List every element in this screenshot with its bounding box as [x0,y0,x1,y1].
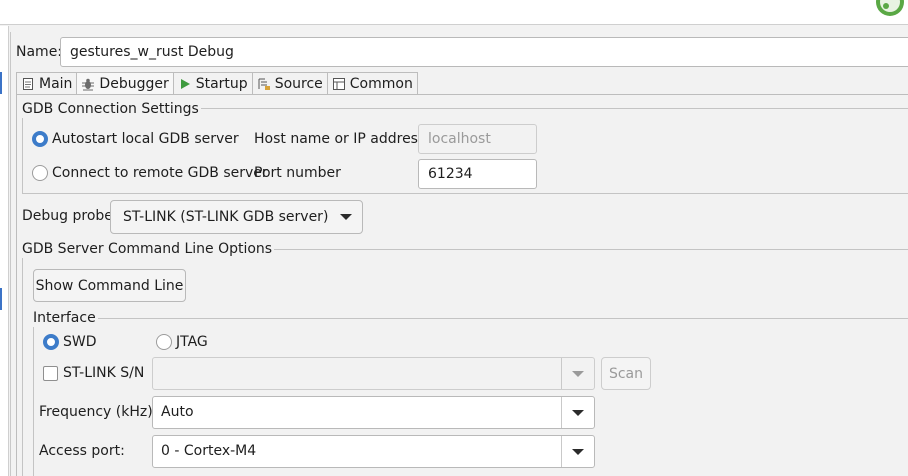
server-options-title: GDB Server Command Line Options [22,240,275,258]
stlink-sn-checkbox[interactable] [43,366,58,381]
list-selection-marker [0,288,2,310]
scan-button[interactable]: Scan [601,357,651,390]
debug-probe-dropdown[interactable]: ST-LINK (ST-LINK GDB server) [110,200,363,234]
chevron-down-icon [572,448,584,455]
tab-main[interactable]: Main [16,72,78,94]
jtag-radio[interactable] [156,334,172,350]
app-logo-icon [862,0,908,22]
frequency-combo[interactable]: Auto [152,396,595,429]
tab-bar: Main Debugger Startup Source Common [16,72,418,95]
tab-startup[interactable]: Startup [172,72,253,94]
port-field[interactable]: 61234 [418,159,537,189]
access-port-value: 0 - Cortex-M4 [161,443,257,459]
connect-remote-label[interactable]: Connect to remote GDB server [52,164,268,182]
name-field[interactable]: gestures_w_rust Debug [60,37,908,67]
tab-label: Source [274,75,323,92]
stlink-sn-label[interactable]: ST-LINK S/N [63,364,144,382]
panel-divider[interactable] [10,32,11,476]
debug-probe-label: Debug probe [22,208,113,224]
common-table-icon [332,77,346,91]
debug-probe-value: ST-LINK (ST-LINK GDB server) [123,209,329,225]
port-label: Port number [254,165,341,181]
interface-title: Interface [33,309,98,327]
play-icon [178,77,192,91]
show-command-line-button[interactable]: Show Command Line [33,269,186,302]
source-lookup-icon [257,77,271,91]
swd-radio[interactable] [43,334,59,350]
tab-debugger[interactable]: Debugger [76,72,174,95]
access-port-label: Access port: [39,443,125,459]
top-toolbar-strip [0,0,908,25]
autostart-radio[interactable] [32,131,48,147]
host-label: Host name or IP address [254,131,426,147]
tab-label: Common [349,75,413,92]
jtag-label[interactable]: JTAG [176,333,208,351]
autostart-label[interactable]: Autostart local GDB server [52,130,239,148]
tab-source[interactable]: Source [251,72,328,94]
swd-label[interactable]: SWD [63,333,97,351]
access-port-combo[interactable]: 0 - Cortex-M4 [152,435,595,468]
stlink-sn-combo[interactable] [152,357,595,390]
frequency-label: Frequency (kHz): [39,404,158,420]
name-label: Name: [16,44,63,60]
frequency-value: Auto [161,404,194,420]
document-icon [21,77,35,91]
chevron-down-icon [572,409,584,416]
tab-label: Startup [195,75,248,92]
bug-icon [81,77,95,91]
host-field[interactable]: localhost [418,124,537,154]
list-selection-marker [0,72,2,94]
access-port-dropdown-button[interactable] [561,436,594,467]
stlink-sn-dropdown-button[interactable] [561,358,594,389]
connect-remote-radio[interactable] [32,165,48,181]
frequency-dropdown-button[interactable] [561,397,594,428]
chevron-down-icon [340,214,352,220]
gdb-connection-title: GDB Connection Settings [22,100,201,118]
tab-label: Debugger [99,76,169,92]
tab-common[interactable]: Common [326,72,418,94]
tab-label: Main [39,75,73,92]
chevron-down-icon [572,370,584,377]
